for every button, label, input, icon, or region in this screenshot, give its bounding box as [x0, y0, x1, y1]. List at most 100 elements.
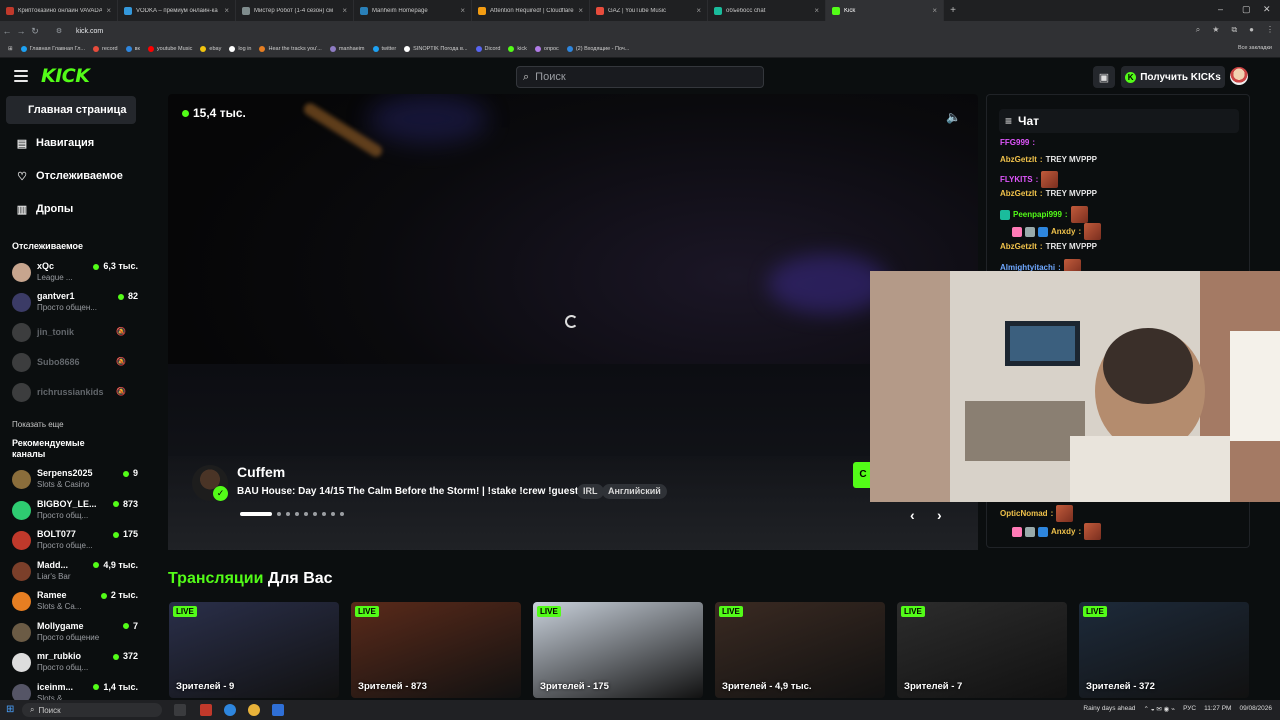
maximize-icon[interactable]: ▢: [1242, 4, 1251, 15]
sidebar-channel[interactable]: gantver1 Просто общен... 82: [12, 289, 138, 317]
stream-card[interactable]: LIVE Зрителей - 4,9 тыс.: [715, 602, 885, 698]
sidebar-nav-item[interactable]: ▥ Дропы: [6, 195, 136, 223]
windows-start-icon[interactable]: ⊞: [6, 704, 14, 715]
edge-icon[interactable]: [224, 704, 236, 716]
clock[interactable]: 11:27 PM: [1204, 705, 1231, 713]
bookmark-item[interactable]: Dicord: [475, 46, 500, 52]
bookmark-item[interactable]: опрос: [534, 46, 559, 52]
sidebar-nav-item[interactable]: ♡ Отслеживаемое: [6, 162, 136, 190]
chat-username[interactable]: FFG999: [1000, 138, 1029, 147]
chat-username[interactable]: AbzGetzIt: [1000, 189, 1037, 198]
bookmark-item[interactable]: manhaeim: [329, 46, 365, 52]
profile-icon[interactable]: ●: [1249, 25, 1254, 35]
bookmark-item[interactable]: ebay: [200, 46, 221, 52]
chat-username[interactable]: FLYKITS: [1000, 175, 1033, 184]
browser-tab[interactable]: Manheim Homepage ×: [354, 0, 472, 21]
chrome-icon[interactable]: [248, 704, 260, 716]
new-tab-icon[interactable]: +: [944, 5, 962, 16]
bookmark-item[interactable]: kick: [508, 46, 527, 52]
zoom-icon[interactable]: ⌕: [1196, 25, 1200, 35]
chat-username[interactable]: Anxdy: [1051, 227, 1075, 236]
sidebar-channel[interactable]: Subo8686 🔕: [12, 349, 138, 377]
sidebar-channel[interactable]: BIGBOY_LE... Просто общ... 873: [12, 497, 138, 525]
close-tab-icon[interactable]: ×: [932, 6, 937, 15]
chat-username[interactable]: OpticNomad: [1000, 509, 1048, 518]
stream-card[interactable]: LIVE Зрителей - 7: [897, 602, 1067, 698]
word-icon[interactable]: [272, 704, 284, 716]
search-input[interactable]: [535, 71, 736, 83]
back-icon[interactable]: ←: [0, 26, 14, 36]
sidebar-nav-item[interactable]: Главная страница: [6, 96, 136, 124]
task-view-icon[interactable]: [174, 704, 186, 716]
stream-card[interactable]: LIVE Зрителей - 873: [351, 602, 521, 698]
sidebar-channel[interactable]: Ramee Slots & Ca... 2 тыс.: [12, 588, 138, 616]
stream-card[interactable]: LIVE Зрителей - 175: [533, 602, 703, 698]
sidebar-channel[interactable]: jin_tonik 🔕: [12, 319, 138, 347]
carousel-next-icon[interactable]: ›: [937, 507, 942, 523]
browser-tab[interactable]: Attention Required! | Cloudflare ×: [472, 0, 590, 21]
browser-tab[interactable]: Kick ×: [826, 0, 944, 21]
browser-tab[interactable]: GAZ | YouTube Music ×: [590, 0, 708, 21]
carousel-dot[interactable]: [331, 512, 335, 516]
site-info-icon[interactable]: ⚙: [52, 27, 66, 35]
menu-burger-icon[interactable]: [14, 70, 28, 82]
browser-tab[interactable]: Мистер Робот (1-4 сезон) см ×: [236, 0, 354, 21]
user-avatar[interactable]: [1230, 67, 1248, 85]
sidebar-channel[interactable]: Mollygame Просто общение 7: [12, 619, 138, 647]
close-tab-icon[interactable]: ×: [814, 6, 819, 15]
bookmark-item[interactable]: SINOPTIK Погода в...: [404, 46, 468, 52]
sidebar-channel[interactable]: Serpens2025 Slots & Casino 9: [12, 466, 138, 494]
close-tab-icon[interactable]: ×: [106, 6, 111, 15]
get-kicks-button[interactable]: K Получить KICKs: [1121, 66, 1225, 88]
chat-username[interactable]: AbzGetzIt: [1000, 242, 1037, 251]
language-indicator[interactable]: РУС: [1183, 705, 1196, 713]
date[interactable]: 09/08/2026: [1239, 705, 1272, 713]
chat-username[interactable]: Anxdy: [1051, 527, 1075, 536]
carousel-dot[interactable]: [286, 512, 290, 516]
chat-username[interactable]: Peenpapi999: [1013, 210, 1062, 219]
browser-tab[interactable]: VODKA – премиум онлайн-ка ×: [118, 0, 236, 21]
sidebar-channel[interactable]: mr_rubkio Просто общ... 372: [12, 649, 138, 677]
browser-tab[interactable]: объебосс chat ×: [708, 0, 826, 21]
bookmark-item[interactable]: youtube Music: [147, 46, 192, 52]
carousel-dot[interactable]: [240, 512, 272, 516]
bookmark-item[interactable]: twitter: [372, 46, 396, 52]
tag-language[interactable]: Английский: [602, 484, 667, 499]
sidebar-channel[interactable]: Madd... Liar's Bar 4,9 тыс.: [12, 558, 138, 586]
bookmark-item[interactable]: вк: [125, 46, 140, 52]
close-tab-icon[interactable]: ×: [578, 6, 583, 15]
sidebar-channel[interactable]: iceinm... Slots & ... 1,4 тыс.: [12, 680, 138, 700]
minimize-icon[interactable]: –: [1218, 4, 1223, 14]
bookmark-item[interactable]: Hear the tracks you'...: [259, 46, 322, 52]
volume-icon[interactable]: 🔈: [946, 110, 961, 124]
tag-irl[interactable]: IRL: [577, 484, 604, 499]
bookmark-item[interactable]: record: [93, 46, 118, 52]
carousel-dot[interactable]: [295, 512, 299, 516]
sidebar-channel[interactable]: xQc League ... 6,3 тыс.: [12, 259, 138, 287]
streamer-name[interactable]: Cuffem: [237, 464, 285, 480]
close-tab-icon[interactable]: ×: [696, 6, 701, 15]
weather-label[interactable]: Rainy days ahead: [1083, 705, 1135, 713]
theater-mode-icon[interactable]: ▣: [1093, 66, 1115, 88]
app-icon[interactable]: [200, 704, 212, 716]
browser-tab[interactable]: Криптоказино онлайн VAVADA ×: [0, 0, 118, 21]
show-more-link[interactable]: Показать еще: [12, 420, 64, 429]
carousel-dot[interactable]: [340, 512, 344, 516]
bookmark-item[interactable]: Главная Главная Гл...: [20, 46, 85, 52]
carousel-dot[interactable]: [277, 512, 281, 516]
carousel-dot[interactable]: [313, 512, 317, 516]
taskbar-search[interactable]: ⌕ Поиск: [22, 703, 162, 717]
apps-icon[interactable]: ⊞: [8, 46, 13, 52]
extensions-icon[interactable]: ⧉: [1231, 25, 1237, 35]
kick-logo[interactable]: KICK: [41, 65, 90, 87]
forward-icon[interactable]: →: [14, 26, 28, 36]
stream-card[interactable]: LIVE Зрителей - 9: [169, 602, 339, 698]
chat-collapse-icon[interactable]: ≡: [1005, 114, 1012, 128]
close-tab-icon[interactable]: ×: [460, 6, 465, 15]
sidebar-nav-item[interactable]: ▤ Навигация: [6, 129, 136, 157]
carousel-prev-icon[interactable]: ‹: [910, 507, 915, 523]
url-field[interactable]: kick.com: [76, 28, 103, 35]
sidebar-channel[interactable]: richrussiankids 🔕: [12, 379, 138, 407]
chat-username[interactable]: AbzGetzIt: [1000, 155, 1037, 164]
carousel-dot[interactable]: [322, 512, 326, 516]
